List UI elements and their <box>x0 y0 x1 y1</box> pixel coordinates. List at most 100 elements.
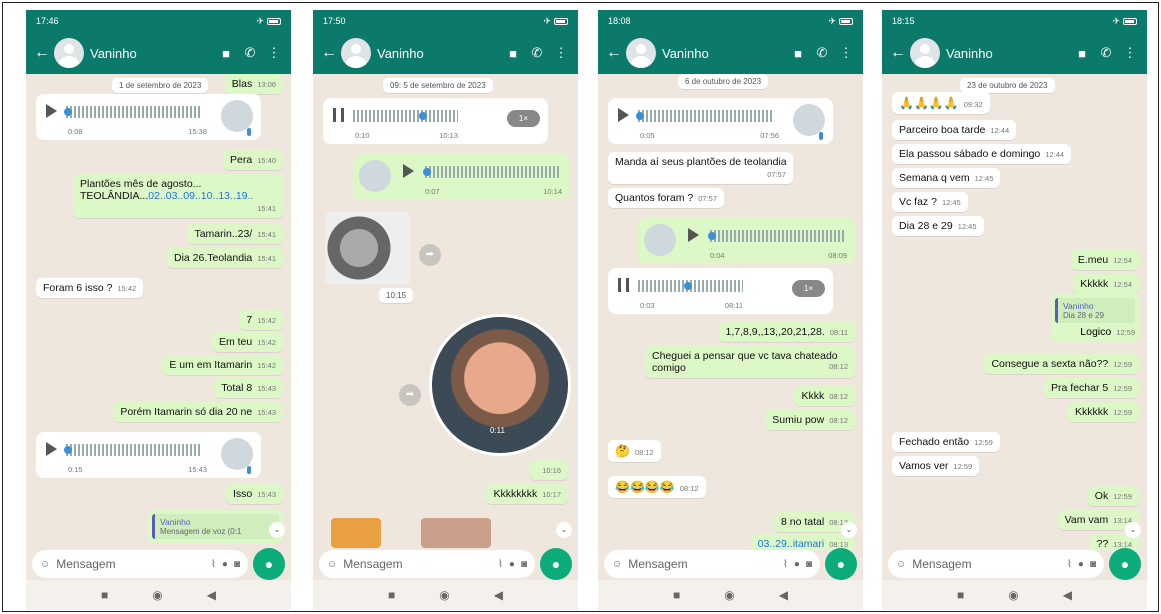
message-bubble[interactable]: 😂😂😂😂 08:12 <box>608 476 706 498</box>
payment-icon[interactable]: ● <box>1078 559 1084 570</box>
forward-icon[interactable]: ➦ <box>419 244 441 266</box>
message-bubble[interactable]: Vc faz ? 12:45 <box>892 192 968 212</box>
message-bubble[interactable]: Porém Itamarin só dia 20 ne 15:43 <box>113 402 283 422</box>
scroll-down-button[interactable]: ⌄ <box>1125 522 1141 538</box>
message-bubble[interactable]: Ok 12:59 <box>1087 486 1139 506</box>
message-input[interactable]: ☺ Mensagem ⌇ ● ◙ <box>604 550 820 578</box>
message-bubble[interactable]: Pra fechar 5 12:59 <box>1044 378 1139 398</box>
quoted-message[interactable]: Vaninho Dia 28 e 29 <box>1055 298 1135 323</box>
message-bubble[interactable]: Cheguei a pensar que vc tava chateado co… <box>645 346 855 378</box>
payment-icon[interactable]: ● <box>794 559 800 570</box>
sticker-image[interactable] <box>325 212 410 284</box>
message-bubble[interactable]: Sumiu pow 08:12 <box>765 410 855 430</box>
voice-message[interactable]: 0:08 15:38 <box>36 94 261 140</box>
contact-name[interactable]: Vaninho <box>662 46 783 61</box>
message-bubble[interactable]: Kkkkkk 12:59 <box>1067 402 1139 422</box>
forward-icon[interactable]: ➦ <box>399 384 421 406</box>
message-bubble[interactable]: Foram 6 isso ? 15:42 <box>36 278 144 298</box>
camera-icon[interactable]: ◙ <box>234 559 240 570</box>
message-bubble[interactable]: Kkkkk 12:54 <box>1073 274 1139 294</box>
back-nav-icon[interactable]: ◀ <box>1063 588 1072 602</box>
attach-icon[interactable]: ⌇ <box>1067 559 1072 570</box>
mic-button[interactable]: ● <box>825 548 857 580</box>
message-list[interactable]: 6 de outubro de 2023 0:05 07:56 Manda aí… <box>598 74 863 550</box>
home-icon[interactable]: ◉ <box>439 588 449 602</box>
message-bubble[interactable]: Fechado então 12:59 <box>892 432 1000 452</box>
waveform[interactable] <box>425 166 560 178</box>
back-nav-icon[interactable]: ◀ <box>494 588 503 602</box>
message-bubble[interactable]: Dia 28 e 29 12:45 <box>892 216 984 236</box>
contact-name[interactable]: Vaninho <box>377 46 498 61</box>
attach-icon[interactable]: ⌇ <box>211 559 216 570</box>
message-bubble[interactable]: Ela passou sábado e domingo 12:44 <box>892 144 1072 164</box>
video-call-icon[interactable]: ■ <box>789 46 807 61</box>
photo-thumbnail[interactable] <box>421 518 491 548</box>
message-input[interactable]: ☺ Mensagem ⌇ ● ◙ <box>319 550 535 578</box>
play-icon[interactable] <box>46 104 57 118</box>
attach-icon[interactable]: ⌇ <box>783 559 788 570</box>
waveform[interactable] <box>710 230 845 242</box>
menu-icon[interactable]: ⋮ <box>1121 45 1139 61</box>
voice-call-icon[interactable]: ✆ <box>1097 45 1115 61</box>
waveform[interactable] <box>66 444 201 456</box>
pause-icon[interactable] <box>333 108 344 122</box>
reply-bubble[interactable]: Vaninho Mensagem de voz (0:1 <box>148 510 283 543</box>
waveform[interactable] <box>353 110 458 122</box>
contact-avatar[interactable] <box>54 38 84 68</box>
camera-icon[interactable]: ◙ <box>521 559 527 570</box>
message-bubble[interactable]: Total 8 15:43 <box>214 378 283 398</box>
voice-message[interactable]: 0:10 10:13 1× <box>323 98 548 144</box>
message-bubble[interactable]: E.meu 12:54 <box>1070 250 1139 270</box>
emoji-icon[interactable]: ☺ <box>327 559 337 570</box>
message-bubble[interactable]: Dia 26.Teolandia 15:41 <box>166 248 283 268</box>
reply-bubble[interactable]: Vaninho Dia 28 e 29 Logico 12:59 <box>1051 294 1139 342</box>
waveform[interactable] <box>66 106 201 118</box>
attach-icon[interactable]: ⌇ <box>498 559 503 570</box>
menu-icon[interactable]: ⋮ <box>837 45 855 61</box>
emoji-icon[interactable]: ☺ <box>896 559 906 570</box>
scroll-down-button[interactable]: ⌄ <box>269 522 285 538</box>
message-bubble[interactable]: 7 15:42 <box>239 310 283 330</box>
back-arrow-icon[interactable]: ← <box>34 44 50 62</box>
payment-icon[interactable]: ● <box>222 559 228 570</box>
emoji-icon[interactable]: ☺ <box>612 559 622 570</box>
voice-call-icon[interactable]: ✆ <box>241 45 259 61</box>
home-icon[interactable]: ◉ <box>152 588 162 602</box>
message-bubble[interactable]: 🙏🙏🙏🙏 09:32 <box>892 92 990 114</box>
message-list[interactable]: 1 de setembro de 2023 Blas 13:06 0:08 15:… <box>26 74 291 550</box>
message-bubble[interactable]: Quantos foram ? 07:57 <box>608 188 724 208</box>
scroll-down-button[interactable]: ⌄ <box>841 522 857 538</box>
message-input[interactable]: ☺ Mensagem ⌇ ● ◙ <box>888 550 1104 578</box>
mic-button[interactable]: ● <box>1109 548 1141 580</box>
home-icon[interactable]: ◉ <box>1008 588 1018 602</box>
message-bubble[interactable]: Manda aí seus plantões de teolandia 07:5… <box>608 152 793 184</box>
message-bubble[interactable]: Pera 15:40 <box>223 150 283 170</box>
contact-avatar[interactable] <box>910 38 940 68</box>
emoji-icon[interactable]: ☺ <box>40 559 50 570</box>
message-bubble[interactable]: Plantões mês de agosto... TEOLÂNDIA...02… <box>73 174 283 218</box>
message-bubble[interactable]: Kkkkkkkk 10:17 <box>486 484 568 504</box>
voice-call-icon[interactable]: ✆ <box>528 45 546 61</box>
voice-message[interactable]: 0:03 08:11 1× <box>608 268 833 314</box>
message-bubble[interactable]: Kkkk 08:12 <box>794 386 855 406</box>
playback-speed-button[interactable]: 1× <box>791 280 825 297</box>
message-bubble[interactable]: Isso 15:43 <box>225 484 283 504</box>
menu-icon[interactable]: ⋮ <box>265 45 283 61</box>
message-input[interactable]: ☺ Mensagem ⌇ ● ◙ <box>32 550 248 578</box>
back-arrow-icon[interactable]: ← <box>890 44 906 62</box>
sticker-image[interactable] <box>331 518 381 548</box>
message-list[interactable]: 09: 5 de setembro de 2023 0:10 10:13 1× … <box>313 74 578 550</box>
message-bubble[interactable]: Blas 13:06 <box>224 74 283 94</box>
mic-button[interactable]: ● <box>540 548 572 580</box>
quoted-message[interactable]: Vaninho Mensagem de voz (0:1 <box>152 514 279 539</box>
play-icon[interactable] <box>403 164 414 178</box>
contact-avatar[interactable] <box>626 38 656 68</box>
home-icon[interactable]: ◉ <box>724 588 734 602</box>
mic-button[interactable]: ● <box>253 548 285 580</box>
message-bubble[interactable]: 10:16 <box>530 460 568 480</box>
recents-icon[interactable]: ■ <box>673 588 680 602</box>
recents-icon[interactable]: ■ <box>957 588 964 602</box>
pause-icon[interactable] <box>618 278 629 292</box>
video-call-icon[interactable]: ■ <box>217 46 235 61</box>
voice-call-icon[interactable]: ✆ <box>813 45 831 61</box>
